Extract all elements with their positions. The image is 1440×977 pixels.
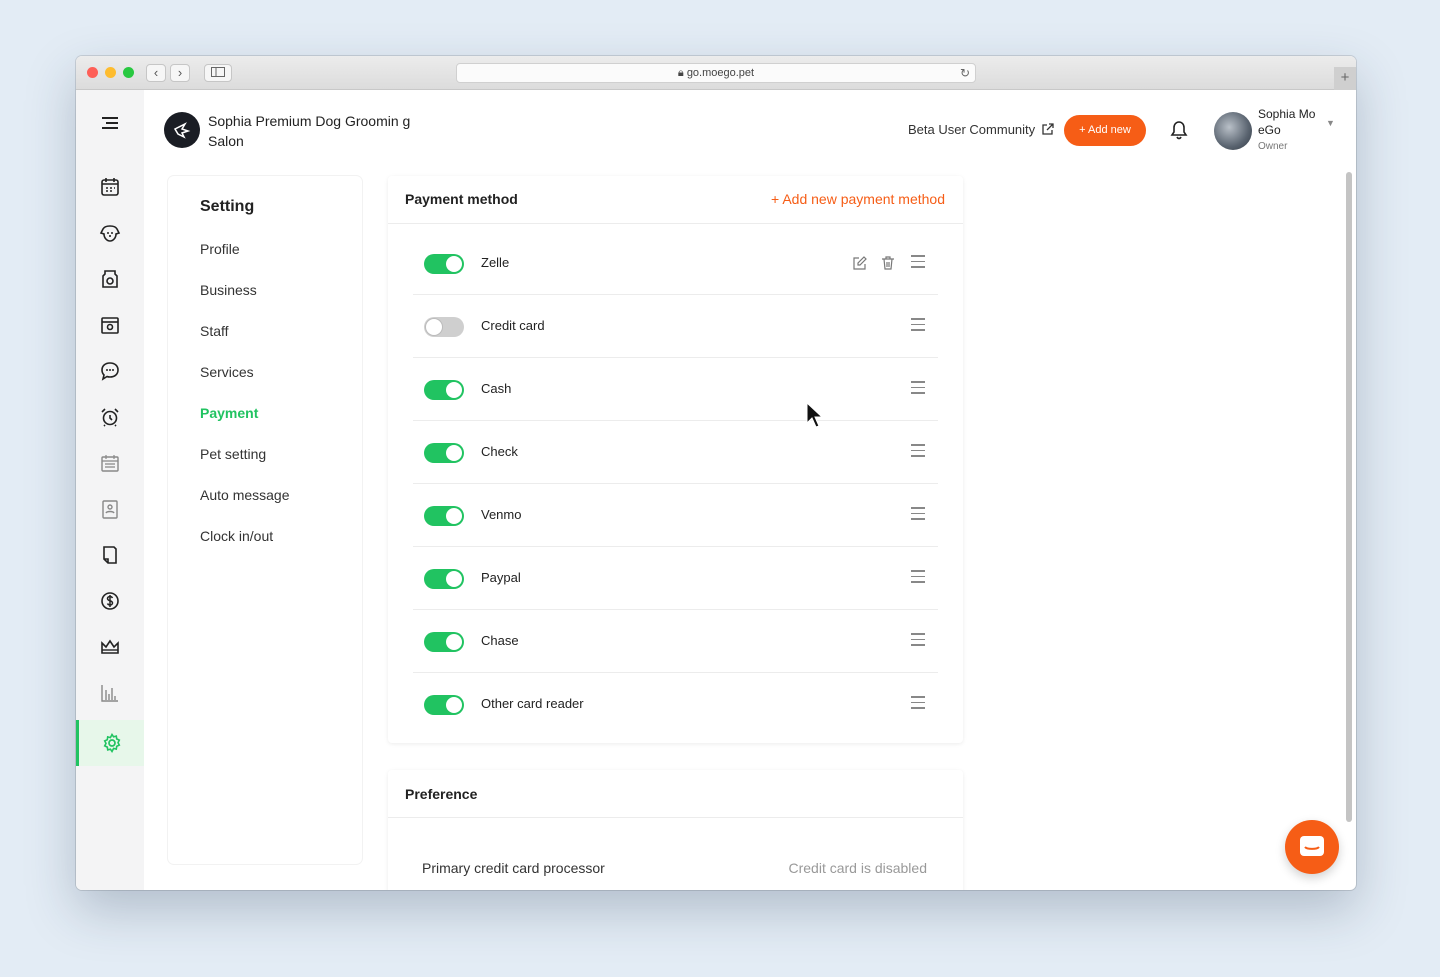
drag-handle-icon[interactable] [911, 570, 925, 587]
payment-method-card: Payment method + Add new payment method … [388, 176, 963, 743]
chart-icon[interactable] [76, 670, 144, 716]
drag-handle-icon[interactable] [911, 633, 925, 650]
payment-label: Check [481, 444, 518, 459]
support-chat-button[interactable] [1285, 820, 1339, 874]
settings-nav-business[interactable]: Business [200, 282, 257, 298]
other-card-reader-toggle[interactable] [424, 695, 464, 715]
drag-handle-icon[interactable] [911, 507, 925, 524]
beta-community-link[interactable]: Beta User Community [908, 122, 1054, 137]
payment-label: Chase [481, 633, 519, 648]
settings-nav-services[interactable]: Services [200, 364, 254, 380]
lock-icon: 🔒︎ [677, 67, 684, 79]
settings-nav-profile[interactable]: Profile [200, 241, 240, 257]
page-scrollbar[interactable] [1346, 172, 1352, 822]
edit-icon[interactable] [852, 255, 868, 276]
payment-row-chase: Chase [413, 610, 938, 673]
payment-label: Credit card [481, 318, 545, 333]
settings-nav-staff[interactable]: Staff [200, 323, 229, 339]
cash-toggle[interactable] [424, 380, 464, 400]
settings-sidebar: Setting Profile Business Staff Services … [168, 176, 362, 864]
contact-icon[interactable] [76, 486, 144, 532]
primary-processor-label: Primary credit card processor [422, 860, 605, 876]
pet-logo-icon [173, 122, 191, 139]
left-icon-rail [76, 90, 144, 890]
primary-processor-value: Credit card is disabled [788, 860, 927, 876]
new-tab-button[interactable]: + [1334, 67, 1356, 90]
preference-card: Preference Primary credit card processor… [388, 770, 963, 890]
shop-icon[interactable] [76, 256, 144, 302]
menu-icon[interactable] [76, 100, 144, 146]
business-name: Sophia Premium Dog Groomin g Salon [208, 113, 411, 149]
payment-method-title: Payment method [405, 191, 518, 207]
alarm-icon[interactable] [76, 394, 144, 440]
payment-method-header: Payment method + Add new payment method [388, 176, 963, 224]
payment-label: Other card reader [481, 696, 584, 711]
dog-icon[interactable] [76, 210, 144, 256]
trash-icon[interactable] [880, 255, 896, 276]
chat-icon[interactable] [76, 348, 144, 394]
drag-handle-icon[interactable] [911, 444, 925, 461]
add-payment-method-button[interactable]: + Add new payment method [771, 191, 945, 207]
sidebar-icon [211, 67, 225, 77]
payment-label: Venmo [481, 507, 522, 522]
settings-nav-pet-setting[interactable]: Pet setting [200, 446, 266, 462]
reload-icon[interactable]: ↻ [960, 64, 970, 82]
payment-label: Cash [481, 381, 512, 396]
chase-toggle[interactable] [424, 632, 464, 652]
address-bar[interactable]: 🔒︎ go.moego.pet ↻ [456, 63, 976, 83]
check-toggle[interactable] [424, 443, 464, 463]
payment-label: Zelle [481, 255, 510, 270]
payment-row-credit-card: Credit card [413, 295, 938, 358]
settings-nav-payment[interactable]: Payment [200, 405, 258, 421]
forward-button[interactable]: › [170, 64, 190, 82]
settings-title: Setting [200, 198, 255, 215]
url-text: go.moego.pet [686, 67, 755, 79]
back-button[interactable]: ‹ [146, 64, 166, 82]
business-logo [164, 112, 200, 148]
maximize-window-button[interactable] [123, 67, 134, 78]
payment-row-paypal: Paypal [413, 547, 938, 610]
close-window-button[interactable] [87, 67, 98, 78]
dollar-icon[interactable] [76, 578, 144, 624]
minimize-window-button[interactable] [105, 67, 116, 78]
browser-toolbar: ‹ › 🔒︎ go.moego.pet ↻ + [76, 56, 1356, 90]
settings-icon[interactable] [76, 720, 144, 766]
payment-label: Paypal [481, 570, 521, 585]
credit-card-toggle[interactable] [424, 317, 464, 337]
preference-header: Preference [388, 770, 963, 818]
preference-title: Preference [405, 786, 478, 802]
chat-bubble-icon [1300, 836, 1324, 856]
payment-row-venmo: Venmo [413, 484, 938, 547]
payment-row-other-card-reader: Other card reader [413, 673, 938, 736]
schedule-icon[interactable] [76, 440, 144, 486]
drag-handle-icon[interactable] [911, 381, 925, 398]
beta-community-label: Beta User Community [908, 122, 1036, 137]
doc-icon[interactable] [76, 532, 144, 578]
drag-handle-icon[interactable] [911, 255, 925, 272]
book-icon[interactable] [76, 302, 144, 348]
settings-nav-auto-message[interactable]: Auto message [200, 487, 290, 503]
calendar-icon[interactable] [76, 164, 144, 210]
avatar[interactable] [1214, 112, 1252, 150]
user-name[interactable]: Sophia Mo eGo [1258, 106, 1326, 138]
add-new-button[interactable]: + Add new [1064, 115, 1146, 146]
drag-handle-icon[interactable] [911, 318, 925, 335]
paypal-toggle[interactable] [424, 569, 464, 589]
notification-bell-icon[interactable] [1168, 119, 1190, 146]
settings-nav-clock-in-out[interactable]: Clock in/out [200, 528, 273, 544]
payment-row-zelle: Zelle [413, 232, 938, 295]
zelle-toggle[interactable] [424, 254, 464, 274]
sidebar-toggle-button[interactable] [204, 64, 232, 82]
venmo-toggle[interactable] [424, 506, 464, 526]
payment-row-cash: Cash [413, 358, 938, 421]
payment-row-check: Check [413, 421, 938, 484]
user-role: Owner [1258, 141, 1288, 152]
external-link-icon [1042, 123, 1054, 135]
browser-window: ‹ › 🔒︎ go.moego.pet ↻ + Sophia Premium D… [76, 56, 1356, 890]
drag-handle-icon[interactable] [911, 696, 925, 713]
chevron-down-icon[interactable]: ▼ [1326, 118, 1335, 128]
mouse-cursor-icon [806, 401, 824, 433]
crown-icon[interactable] [76, 624, 144, 670]
